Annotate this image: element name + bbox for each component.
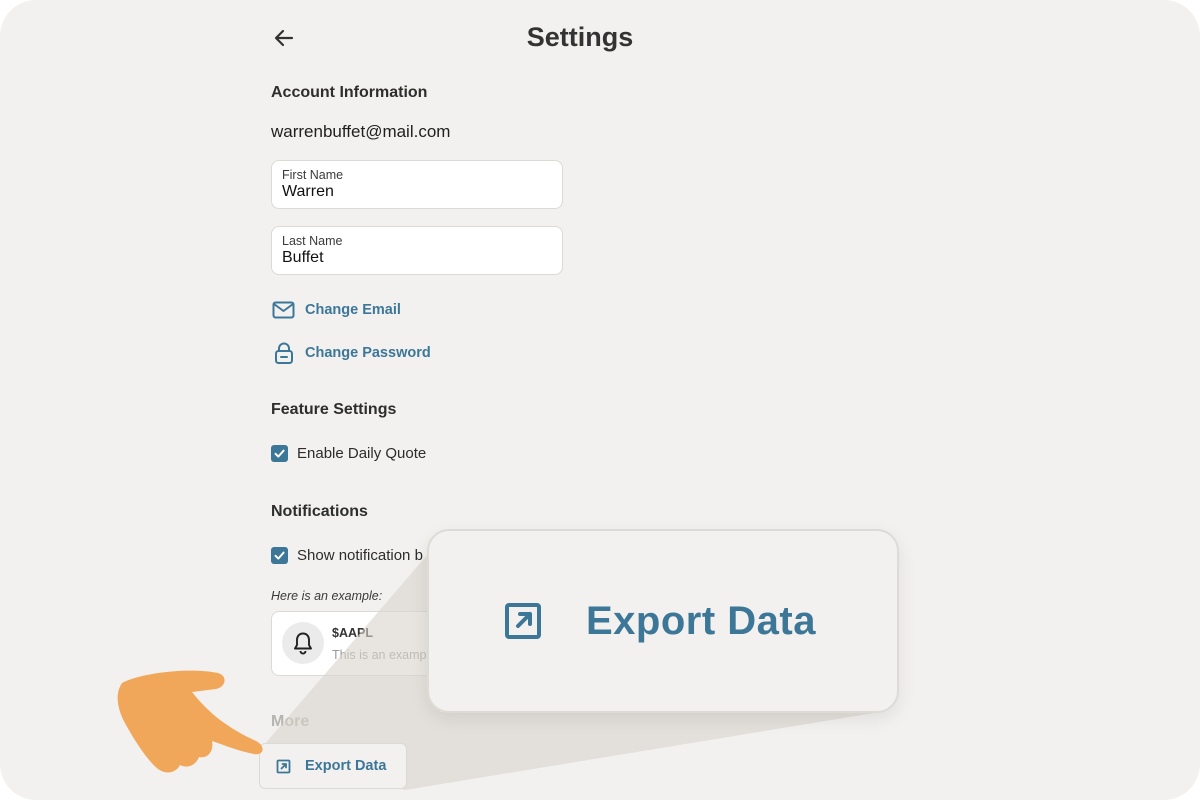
bell-icon <box>293 631 313 655</box>
back-arrow-icon[interactable] <box>272 26 296 50</box>
daily-quote-label: Enable Daily Quote <box>297 445 427 462</box>
daily-quote-option[interactable]: Enable Daily Quote <box>271 445 426 462</box>
notification-title: $AAPL <box>332 626 373 640</box>
show-notification-option[interactable]: Show notification b <box>271 547 423 564</box>
export-data-button[interactable]: Export Data <box>259 743 407 789</box>
export-data-label[interactable]: Export Data <box>305 758 386 774</box>
show-notification-checkbox[interactable] <box>271 547 288 564</box>
change-email-label[interactable]: Change Email <box>305 302 401 318</box>
first-name-label: First Name <box>282 168 344 182</box>
external-link-icon <box>276 759 291 774</box>
last-name-label: Last Name <box>282 234 343 248</box>
daily-quote-checkbox[interactable] <box>271 445 288 462</box>
lock-icon <box>272 342 295 364</box>
account-email: warrenbuffet@mail.com <box>271 122 451 141</box>
show-notification-label: Show notification b <box>297 547 423 564</box>
change-email-link[interactable]: Change Email <box>272 300 401 320</box>
account-information-heading: Account Information <box>271 84 428 101</box>
notifications-heading: Notifications <box>271 503 368 520</box>
first-name-value[interactable]: Warren <box>282 183 552 201</box>
export-data-zoom-callout: Export Data <box>427 529 899 713</box>
notification-body: This is an examp <box>332 648 427 662</box>
zoom-export-label: Export Data <box>586 598 816 643</box>
pointing-hand-icon <box>117 670 263 773</box>
last-name-value[interactable]: Buffet <box>282 249 552 267</box>
bell-avatar <box>282 622 324 664</box>
envelope-icon <box>272 300 295 320</box>
feature-settings-heading: Feature Settings <box>271 401 397 418</box>
page-title: Settings <box>526 22 634 52</box>
settings-screen: Settings Account Information warrenbuffe… <box>0 0 1200 800</box>
external-link-icon <box>504 602 542 640</box>
last-name-field[interactable]: Last Name Buffet <box>271 226 563 275</box>
example-caption: Here is an example: <box>271 589 383 603</box>
first-name-field[interactable]: First Name Warren <box>271 160 563 209</box>
change-password-label[interactable]: Change Password <box>305 345 431 361</box>
change-password-link[interactable]: Change Password <box>272 342 431 364</box>
more-heading: More <box>271 713 310 730</box>
